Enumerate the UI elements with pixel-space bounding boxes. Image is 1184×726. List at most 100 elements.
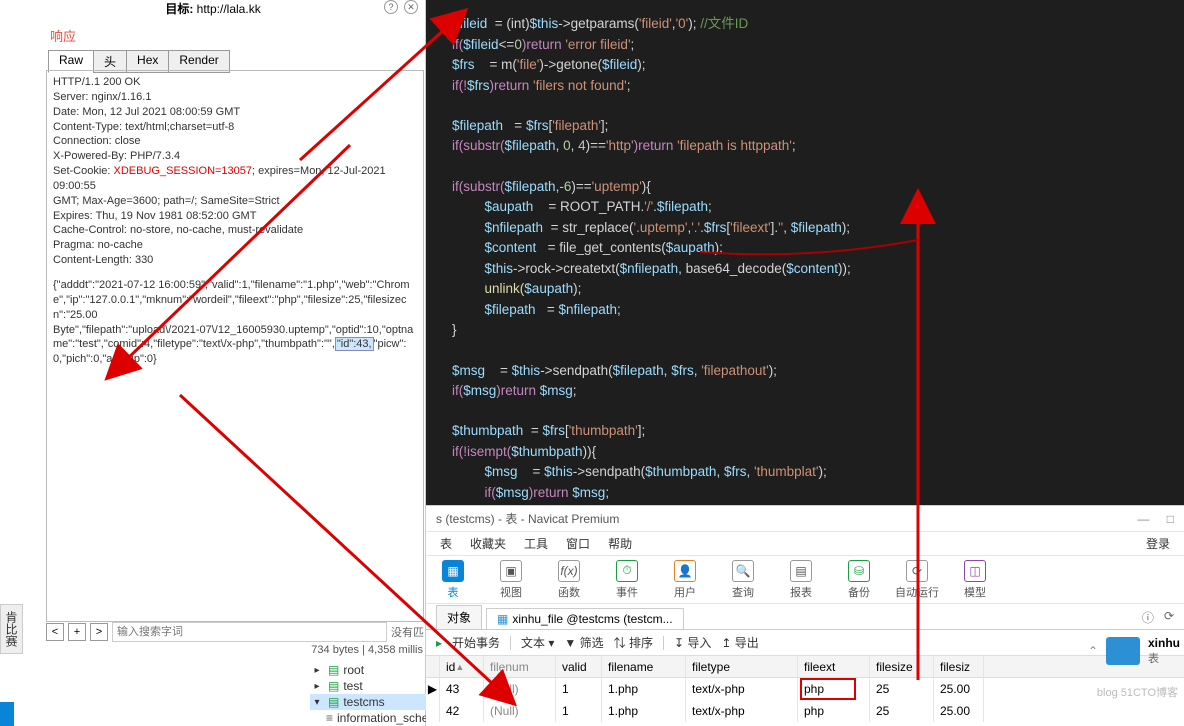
db-tree[interactable]: ▸▤root ▸▤test ▾▤testcms ≡information_sch…: [310, 662, 426, 726]
tree-info-schema[interactable]: ≡information_schema: [310, 710, 426, 726]
menu-fav[interactable]: 收藏夹: [470, 535, 506, 552]
http-xpow: X-Powered-By: PHP/7.3.4: [53, 149, 417, 164]
http-clen: Content-Length: 330: [53, 253, 417, 268]
tree-testcms[interactable]: ▾▤testcms: [310, 694, 426, 710]
cell-fileext[interactable]: php: [798, 700, 870, 722]
json-body: {"adddt":"2021-07-12 16:00:59","valid":1…: [53, 278, 417, 323]
nav-plus-icon[interactable]: +: [68, 623, 86, 641]
tab-object[interactable]: 对象: [436, 605, 482, 629]
http-server: Server: nginx/1.16.1: [53, 90, 417, 105]
tool-query-label: 查询: [732, 584, 754, 600]
hdr-filesiz[interactable]: filesiz: [934, 656, 984, 677]
hdr-filename[interactable]: filename: [602, 656, 686, 677]
cell-filetype[interactable]: text/x-php: [686, 678, 798, 700]
tool-func-label: 函数: [558, 584, 580, 600]
json-id-highlight: "id":43,: [335, 337, 374, 351]
tree-root[interactable]: ▸▤root: [310, 662, 426, 678]
code-editor[interactable]: $fileid = (int)$this->getparams('fileid'…: [426, 0, 1184, 505]
tab-object-label: 对象: [447, 609, 471, 626]
menu-table[interactable]: 表: [440, 535, 452, 552]
tool-auto-label: 自动运行: [895, 584, 939, 600]
navicat-title-bar: s (testcms) - 表 - Navicat Premium — □: [426, 506, 1184, 532]
opt-export[interactable]: ↥ 导出: [721, 634, 758, 651]
cell-filename[interactable]: 1.php: [602, 678, 686, 700]
menu-window[interactable]: 窗口: [566, 535, 590, 552]
window-max-icon[interactable]: □: [1167, 512, 1174, 526]
left-panel: 目标: http://lala.kk ? ✕ 响应 Raw 头 Hex Rend…: [0, 0, 426, 726]
opt-sort[interactable]: ⇅ 排序: [614, 634, 653, 651]
hdr-id[interactable]: id ▲: [440, 656, 484, 677]
hdr-valid[interactable]: valid: [556, 656, 602, 677]
menu-help[interactable]: 帮助: [608, 535, 632, 552]
data-grid[interactable]: id ▲ filenum valid filename filetype fil…: [426, 656, 1184, 722]
hdr-filesize[interactable]: filesize: [870, 656, 934, 677]
tab-xinhu-file[interactable]: ▦xinhu_file @testcms (testcm...: [486, 608, 684, 629]
hdr-filenum[interactable]: filenum: [484, 656, 556, 677]
tool-func[interactable]: f(x) 函数: [546, 560, 592, 600]
cell-filenum[interactable]: (Null): [484, 700, 556, 722]
opt-import[interactable]: ↧ 导入: [674, 634, 711, 651]
cell-filename[interactable]: 1.php: [602, 700, 686, 722]
cell-fileext[interactable]: php: [798, 678, 870, 700]
navicat-window: s (testcms) - 表 - Navicat Premium — □ 表 …: [426, 505, 1184, 726]
navicat-right-panel: ⌃ xinhu 表: [1088, 636, 1180, 666]
opt-start[interactable]: 开始事务: [452, 634, 500, 651]
cell-filesiz[interactable]: 25.00: [934, 678, 984, 700]
cell-id[interactable]: 43: [440, 678, 484, 700]
navicat-menu: 表 收藏夹 工具 窗口 帮助 登录: [426, 532, 1184, 556]
tool-table[interactable]: ▦表: [430, 560, 476, 600]
cell-valid[interactable]: 1: [556, 700, 602, 722]
tree-test[interactable]: ▸▤test: [310, 678, 426, 694]
http-status: HTTP/1.1 200 OK: [53, 75, 417, 90]
chevron-up-icon[interactable]: ⌃: [1088, 644, 1098, 658]
menu-tools[interactable]: 工具: [524, 535, 548, 552]
info-icon[interactable]: ⓘ: [1142, 609, 1154, 626]
cell-filesize[interactable]: 25: [870, 678, 934, 700]
target-bar: 目标: http://lala.kk ? ✕: [0, 0, 426, 18]
clear-icon[interactable]: ✕: [404, 0, 418, 14]
window-min-icon[interactable]: —: [1137, 512, 1149, 526]
tool-model[interactable]: ◫模型: [952, 560, 998, 600]
http-ctype: Content-Type: text/html;charset=utf-8: [53, 120, 417, 135]
refresh-icon[interactable]: ⟳: [1164, 609, 1174, 626]
navicat-tabs: 对象 ▦xinhu_file @testcms (testcm... ⓘ ⟳: [426, 604, 1184, 630]
side-tab-indicator: [0, 702, 14, 726]
cell-valid[interactable]: 1: [556, 678, 602, 700]
cell-filenum[interactable]: (Null): [484, 678, 556, 700]
tool-view-label: 视图: [500, 584, 522, 600]
func-icon: f(x): [558, 560, 580, 582]
tool-backup[interactable]: ⛁备份: [836, 560, 882, 600]
side-name: xinhu: [1148, 636, 1180, 650]
tool-view[interactable]: ▣视图: [488, 560, 534, 600]
tool-auto[interactable]: ⟳自动运行: [894, 560, 940, 600]
cell-id[interactable]: 42: [440, 700, 484, 722]
opt-filter[interactable]: ▼ 筛选: [564, 634, 603, 651]
event-icon: ⏱: [616, 560, 638, 582]
nav-left-icon[interactable]: <: [46, 623, 64, 641]
table-row[interactable]: ▶ 43 (Null) 1 1.php text/x-php php 25 25…: [426, 678, 1184, 700]
tool-report[interactable]: ▤报表: [778, 560, 824, 600]
cell-filesize[interactable]: 25: [870, 700, 934, 722]
opt-text[interactable]: 文本 ▾: [521, 634, 554, 651]
tool-query[interactable]: 🔍查询: [720, 560, 766, 600]
raw-response[interactable]: HTTP/1.1 200 OK Server: nginx/1.16.1 Dat…: [46, 70, 424, 622]
tree-test-label: test: [343, 679, 362, 693]
user-icon: 👤: [674, 560, 696, 582]
cell-filetype[interactable]: text/x-php: [686, 700, 798, 722]
menu-login[interactable]: 登录: [1146, 535, 1170, 552]
side-panel-label[interactable]: 肯比赛: [0, 604, 23, 654]
tool-backup-label: 备份: [848, 584, 870, 600]
hdr-fileext[interactable]: fileext: [798, 656, 870, 677]
tree-root-label: root: [343, 663, 364, 677]
report-icon: ▤: [790, 560, 812, 582]
help-icon[interactable]: ?: [384, 0, 398, 14]
tool-event[interactable]: ⏱事件: [604, 560, 650, 600]
table-row[interactable]: 42 (Null) 1 1.php text/x-php php 25 25.0…: [426, 700, 1184, 722]
search-input[interactable]: [112, 622, 387, 642]
tool-user[interactable]: 👤用户: [662, 560, 708, 600]
nav-right-icon[interactable]: >: [90, 623, 108, 641]
table-big-icon: [1106, 637, 1140, 665]
http-date: Date: Mon, 12 Jul 2021 08:00:59 GMT: [53, 105, 417, 120]
hdr-filetype[interactable]: filetype: [686, 656, 798, 677]
cell-filesiz[interactable]: 25.00: [934, 700, 984, 722]
